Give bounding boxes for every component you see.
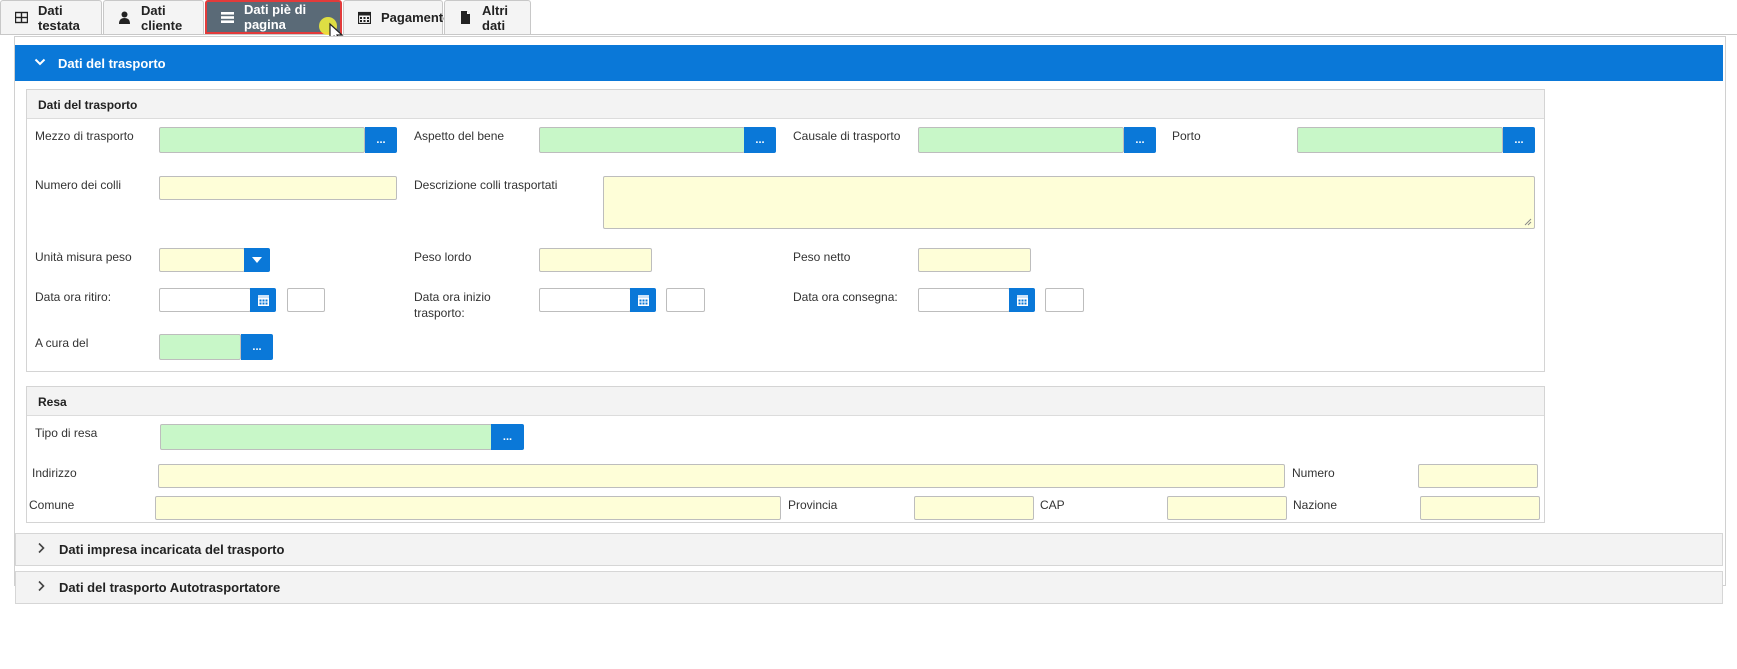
causale-trasporto-input[interactable] xyxy=(918,127,1124,153)
numero-input[interactable] xyxy=(1418,464,1538,488)
calendar-icon xyxy=(637,294,649,306)
file-icon xyxy=(459,11,472,24)
label-comune: Comune xyxy=(29,498,75,512)
accordion-header-autotrasportatore[interactable]: Dati del trasporto Autotrasportatore xyxy=(15,571,1723,604)
label-data-inizio-line1: Data ora inizio xyxy=(414,290,491,304)
porto-lookup-button[interactable]: ... xyxy=(1503,127,1535,153)
chevron-right-icon xyxy=(35,542,51,557)
tab-dati-testata[interactable]: Dati testata xyxy=(0,0,102,34)
porto-input[interactable] xyxy=(1297,127,1503,153)
label-mezzo-trasporto: Mezzo di trasporto xyxy=(35,129,134,143)
table-icon xyxy=(14,11,29,24)
unita-peso-select[interactable] xyxy=(159,248,245,272)
label-data-inizio: Data ora inizio trasporto: xyxy=(414,289,491,321)
label-cap: CAP xyxy=(1040,498,1065,512)
label-a-cura-del: A cura del xyxy=(35,336,89,350)
ora-ritiro-input[interactable] xyxy=(287,288,325,312)
data-inizio-input[interactable] xyxy=(539,288,631,312)
mezzo-trasporto-input[interactable] xyxy=(159,127,365,153)
label-descrizione-colli: Descrizione colli trasportati xyxy=(414,178,558,192)
tipo-resa-input[interactable] xyxy=(160,424,492,450)
nazione-input[interactable] xyxy=(1420,496,1540,520)
calendar-icon xyxy=(1016,294,1028,306)
accordion-title: Dati del trasporto xyxy=(58,55,166,71)
user-icon xyxy=(118,11,131,24)
aspetto-bene-input[interactable] xyxy=(539,127,745,153)
label-data-consegna: Data ora consegna: xyxy=(793,290,898,304)
accordion-title: Dati impresa incaricata del trasporto xyxy=(59,542,285,557)
tab-pagamento[interactable]: Pagamento xyxy=(343,0,451,34)
label-causale-trasporto: Causale di trasporto xyxy=(793,129,901,143)
tab-label: Dati testata xyxy=(38,2,80,33)
tab-bar-divider xyxy=(0,34,1737,35)
data-consegna-calendar-button[interactable] xyxy=(1009,288,1035,312)
tab-dati-cliente[interactable]: Dati cliente xyxy=(103,0,204,34)
cap-input[interactable] xyxy=(1167,496,1287,520)
tab-label: Altri dati xyxy=(482,2,508,33)
tab-label: Dati cliente xyxy=(141,2,183,33)
caret-down-icon xyxy=(252,257,262,263)
data-ritiro-input[interactable] xyxy=(159,288,251,312)
label-aspetto-bene: Aspetto del bene xyxy=(414,129,505,143)
list-icon xyxy=(221,11,234,24)
label-porto: Porto xyxy=(1172,129,1201,143)
ora-consegna-input[interactable] xyxy=(1045,288,1084,312)
ora-inizio-input[interactable] xyxy=(666,288,705,312)
label-data-ritiro: Data ora ritiro: xyxy=(35,290,112,304)
label-numero: Numero xyxy=(1292,466,1335,480)
resize-grip-icon[interactable] xyxy=(1524,218,1532,226)
label-data-inizio-line2: trasporto: xyxy=(414,306,465,320)
calendar-icon xyxy=(357,11,372,25)
tab-label: Pagamento xyxy=(381,10,452,25)
label-nazione: Nazione xyxy=(1293,498,1338,512)
accordion-header-trasporto[interactable]: Dati del trasporto xyxy=(15,45,1723,81)
comune-input[interactable] xyxy=(155,496,781,520)
label-provincia: Provincia xyxy=(788,498,838,512)
accordion-title: Dati del trasporto Autotrasportatore xyxy=(59,580,281,595)
data-ritiro-calendar-button[interactable] xyxy=(250,288,276,312)
fieldset-title: Dati del trasporto xyxy=(27,90,1544,119)
numero-colli-input[interactable] xyxy=(159,176,397,200)
calendar-icon xyxy=(257,294,269,306)
label-peso-lordo: Peso lordo xyxy=(414,250,472,264)
tab-altri-dati[interactable]: Altri dati xyxy=(444,0,531,34)
aspetto-bene-lookup-button[interactable]: ... xyxy=(744,127,776,153)
mezzo-trasporto-lookup-button[interactable]: ... xyxy=(365,127,397,153)
label-tipo-resa: Tipo di resa xyxy=(35,426,98,440)
a-cura-del-input[interactable] xyxy=(159,334,241,360)
data-inizio-calendar-button[interactable] xyxy=(630,288,656,312)
indirizzo-input[interactable] xyxy=(158,464,1285,488)
descrizione-colli-textarea[interactable] xyxy=(603,176,1535,229)
label-indirizzo: Indirizzo xyxy=(32,466,77,480)
chevron-down-icon xyxy=(34,56,50,71)
label-unita-peso: Unità misura peso xyxy=(35,250,132,264)
provincia-input[interactable] xyxy=(914,496,1034,520)
chevron-right-icon xyxy=(35,580,51,595)
data-consegna-input[interactable] xyxy=(918,288,1010,312)
unita-peso-dropdown-button[interactable] xyxy=(244,248,270,272)
fieldset-title: Resa xyxy=(27,387,1544,416)
peso-netto-input[interactable] xyxy=(918,248,1031,272)
label-numero-colli: Numero dei colli xyxy=(35,178,122,192)
a-cura-del-lookup-button[interactable]: ... xyxy=(241,334,273,360)
causale-trasporto-lookup-button[interactable]: ... xyxy=(1124,127,1156,153)
label-peso-netto: Peso netto xyxy=(793,250,851,264)
peso-lordo-input[interactable] xyxy=(539,248,652,272)
tipo-resa-lookup-button[interactable]: ... xyxy=(491,424,524,450)
accordion-header-impresa[interactable]: Dati impresa incaricata del trasporto xyxy=(15,533,1723,566)
